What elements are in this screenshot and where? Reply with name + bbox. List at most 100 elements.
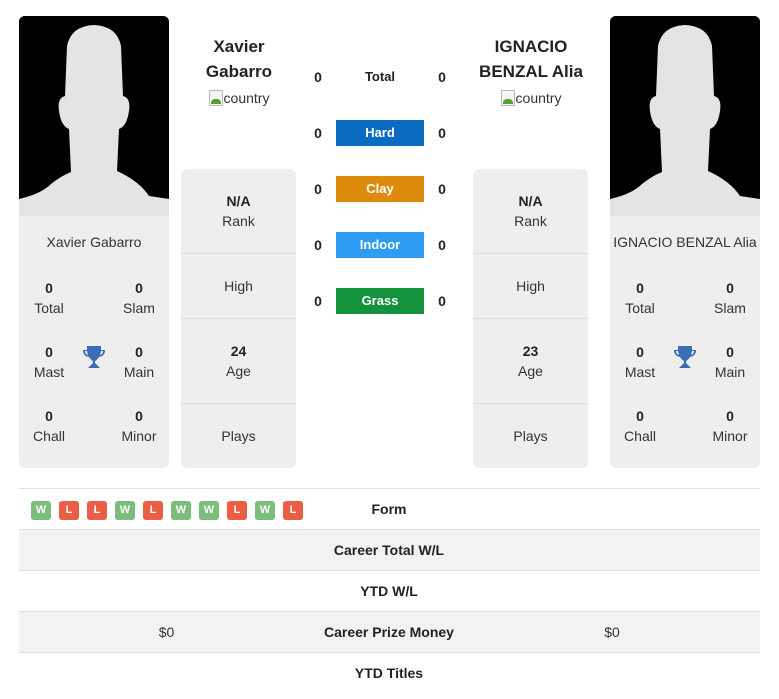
titles-slam: 0 Slam xyxy=(109,278,169,318)
country-flag-alt: country xyxy=(515,90,562,106)
row-label: YTD W/L xyxy=(360,583,418,599)
titles-total-value: 0 xyxy=(636,280,644,296)
table-row-form: WLLWLWWLWL Form xyxy=(19,489,760,530)
surface-clay-left-value: 0 xyxy=(314,181,322,197)
titles-grid: 0 Total 0 Slam 0 Mast 0 Main 0 Chall 0 M… xyxy=(610,278,760,458)
stat-high: High xyxy=(473,254,588,319)
titles-minor-label: Minor xyxy=(121,428,157,444)
stat-rank-label: Rank xyxy=(222,213,255,229)
surface-row-hard: 0 Hard 0 xyxy=(300,120,460,146)
form-badge-loss[interactable]: L xyxy=(227,501,247,520)
titles-chall-label: Chall xyxy=(33,428,65,444)
form-badge-win[interactable]: W xyxy=(255,501,275,520)
form-badge-win[interactable]: W xyxy=(199,501,219,520)
titles-mast-value: 0 xyxy=(636,344,644,360)
player-header-right: IGNACIO BENZAL Alia country xyxy=(466,34,596,109)
stats-column-left: N/A Rank High 24 Age Plays xyxy=(181,169,296,468)
stat-plays: Plays xyxy=(473,404,588,468)
titles-mast: 0 Mast xyxy=(19,342,79,382)
titles-main-value: 0 xyxy=(135,344,143,360)
form-badge-loss[interactable]: L xyxy=(87,501,107,520)
player-name-line2[interactable]: BENZAL Alia xyxy=(466,59,596,84)
titles-slam-label: Slam xyxy=(714,300,746,316)
titles-total: 0 Total xyxy=(610,278,670,318)
surface-total-left-value: 0 xyxy=(314,69,322,85)
titles-grid: 0 Total 0 Slam 0 Mast 0 Main 0 Chall 0 M… xyxy=(19,278,169,458)
silhouette-icon xyxy=(610,16,760,216)
stat-rank-value: N/A xyxy=(226,193,251,209)
stat-plays-label: Plays xyxy=(221,428,256,444)
titles-slam: 0 Slam xyxy=(700,278,760,318)
stat-rank: N/A Rank xyxy=(181,169,296,254)
titles-chall: 0 Chall xyxy=(19,406,79,446)
surface-grass-right-value: 0 xyxy=(438,293,446,309)
stat-high-label: High xyxy=(224,278,253,294)
stat-rank: N/A Rank xyxy=(473,169,588,254)
titles-slam-label: Slam xyxy=(123,300,155,316)
titles-main: 0 Main xyxy=(109,342,169,382)
table-row-ytd-titles: YTD Titles xyxy=(19,653,760,694)
surface-indoor-right-value: 0 xyxy=(438,237,446,253)
surface-total-right-value: 0 xyxy=(438,69,446,85)
form-badge-win[interactable]: W xyxy=(171,501,191,520)
table-row-prize-money: $0 Career Prize Money $0 xyxy=(19,612,760,653)
titles-chall-value: 0 xyxy=(45,408,53,424)
titles-minor-value: 0 xyxy=(726,408,734,424)
titles-total-label: Total xyxy=(625,300,655,316)
surface-indoor-badge: Indoor xyxy=(336,232,424,258)
player-name-line2[interactable]: Gabarro xyxy=(174,59,304,84)
titles-minor-value: 0 xyxy=(135,408,143,424)
surface-hard-left-value: 0 xyxy=(314,125,322,141)
titles-chall-value: 0 xyxy=(636,408,644,424)
player-header-left: Xavier Gabarro country xyxy=(174,34,304,109)
comparison-table: WLLWLWWLWL Form Career Total W/L YTD W/L… xyxy=(19,488,760,694)
stat-high-label: High xyxy=(516,278,545,294)
row-label: YTD Titles xyxy=(354,665,424,681)
form-badge-win[interactable]: W xyxy=(115,501,135,520)
form-badge-loss[interactable]: L xyxy=(59,501,79,520)
surface-hard-badge: Hard xyxy=(336,120,424,146)
titles-slam-value: 0 xyxy=(726,280,734,296)
player-name-line1[interactable]: IGNACIO xyxy=(466,34,596,59)
form-badge-loss[interactable]: L xyxy=(143,501,163,520)
player-card-name: IGNACIO BENZAL Alia xyxy=(613,234,757,250)
table-row-ytd-wl: YTD W/L xyxy=(19,571,760,612)
surface-clay-badge: Clay xyxy=(336,176,424,202)
surface-clay-right-value: 0 xyxy=(438,181,446,197)
form-badges: WLLWLWWLWL xyxy=(31,501,303,520)
titles-mast-label: Mast xyxy=(624,364,656,380)
player-card-name: Xavier Gabarro xyxy=(46,234,142,250)
stat-high: High xyxy=(181,254,296,319)
stat-age-label: Age xyxy=(518,363,543,379)
surface-row-grass: 0 Grass 0 xyxy=(300,288,460,314)
stat-age: 24 Age xyxy=(181,319,296,404)
stat-plays-label: Plays xyxy=(513,428,548,444)
player-name-line1[interactable]: Xavier xyxy=(174,34,304,59)
stat-age: 23 Age xyxy=(473,319,588,404)
stat-plays: Plays xyxy=(181,404,296,468)
titles-chall: 0 Chall xyxy=(610,406,670,446)
titles-slam-value: 0 xyxy=(135,280,143,296)
form-badge-win[interactable]: W xyxy=(31,501,51,520)
form-badge-loss[interactable]: L xyxy=(283,501,303,520)
titles-chall-label: Chall xyxy=(624,428,656,444)
table-row-career-total: Career Total W/L xyxy=(19,530,760,571)
surface-grass-left-value: 0 xyxy=(314,293,322,309)
broken-image-icon xyxy=(208,90,223,106)
stat-age-label: Age xyxy=(226,363,251,379)
titles-minor-label: Minor xyxy=(712,428,748,444)
player-photo-placeholder xyxy=(19,16,169,216)
titles-minor: 0 Minor xyxy=(700,406,760,446)
row-label: Career Total W/L xyxy=(333,542,445,558)
country-flag: country xyxy=(208,90,269,106)
titles-main: 0 Main xyxy=(700,342,760,382)
titles-mast: 0 Mast xyxy=(610,342,670,382)
titles-mast-value: 0 xyxy=(45,344,53,360)
player-photo-placeholder xyxy=(610,16,760,216)
row-left-value: $0 xyxy=(158,624,175,640)
stat-rank-value: N/A xyxy=(518,193,543,209)
row-label: Form xyxy=(371,501,407,517)
surface-indoor-left-value: 0 xyxy=(314,237,322,253)
trophy-icon xyxy=(674,346,696,368)
player-card-right: IGNACIO BENZAL Alia 0 Total 0 Slam 0 Mas… xyxy=(610,16,760,468)
